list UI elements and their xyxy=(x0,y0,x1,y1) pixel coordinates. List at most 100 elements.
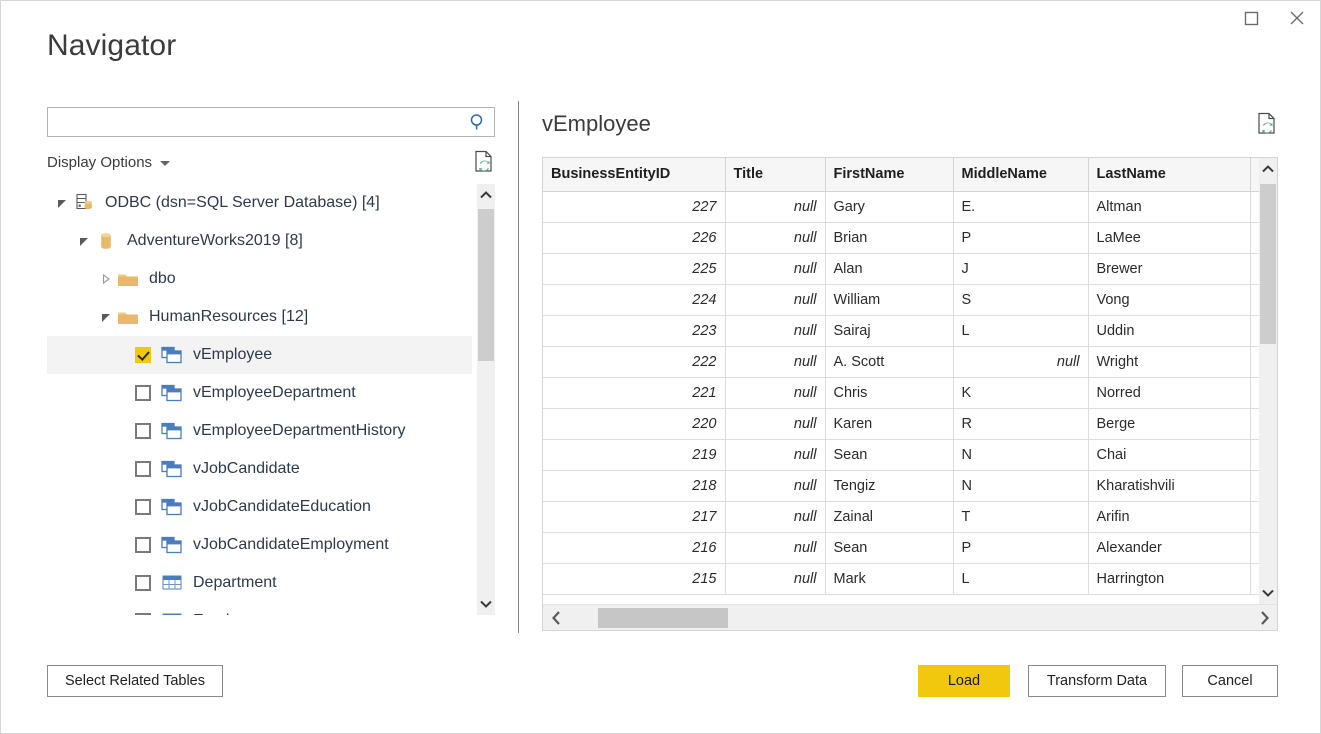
table-cell: 219 xyxy=(543,439,725,470)
table-cell: 223 xyxy=(543,315,725,346)
tree-node-vjobcandidateemployment[interactable]: vJobCandidateEmployment xyxy=(47,526,472,564)
tree-node-label: Department xyxy=(193,575,277,591)
column-header[interactable]: MiddleName xyxy=(953,158,1088,191)
tree-scroll-thumb[interactable] xyxy=(478,209,494,361)
grid-scroll-up-arrow-icon[interactable] xyxy=(1259,158,1277,180)
tree-node-employee[interactable]: Employee xyxy=(47,602,472,615)
expander-collapse-icon[interactable] xyxy=(95,298,117,336)
transform-data-button[interactable]: Transform Data xyxy=(1028,665,1166,697)
column-header[interactable]: LastName xyxy=(1088,158,1250,191)
column-header[interactable]: Title xyxy=(725,158,825,191)
tree-node-label: vEmployee xyxy=(193,347,272,363)
table-icon xyxy=(161,611,183,615)
expander-collapse-icon[interactable] xyxy=(73,222,95,260)
table-row[interactable]: 217nullZainalTArifin xyxy=(543,501,1278,532)
close-button[interactable] xyxy=(1274,1,1320,35)
table-cell: 216 xyxy=(543,532,725,563)
tree-node-vemployee[interactable]: vEmployee xyxy=(47,336,472,374)
table-row[interactable]: 222nullA. ScottnullWright xyxy=(543,346,1278,377)
node-checkbox[interactable] xyxy=(135,347,151,363)
column-header[interactable]: BusinessEntityID xyxy=(543,158,725,191)
null-value: null xyxy=(794,230,817,246)
node-checkbox[interactable] xyxy=(135,423,151,439)
expander-expand-icon[interactable] xyxy=(95,260,117,298)
table-cell: R xyxy=(953,408,1088,439)
tree-node-vjobcandidate[interactable]: vJobCandidate xyxy=(47,450,472,488)
scroll-left-arrow-icon[interactable] xyxy=(543,605,569,631)
load-button[interactable]: Load xyxy=(918,665,1010,697)
node-checkbox[interactable] xyxy=(135,499,151,515)
table-row[interactable]: 215nullMarkLHarrington xyxy=(543,563,1278,594)
tree-node-label: vEmployeeDepartmentHistory xyxy=(193,423,406,439)
cancel-button[interactable]: Cancel xyxy=(1182,665,1278,697)
scroll-down-arrow-icon[interactable] xyxy=(477,593,495,615)
table-cell: A. Scott xyxy=(825,346,953,377)
tree-node-vemployeedepartmenthistory[interactable]: vEmployeeDepartmentHistory xyxy=(47,412,472,450)
refresh-document-icon[interactable] xyxy=(473,150,495,174)
node-checkbox[interactable] xyxy=(135,461,151,477)
node-checkbox[interactable] xyxy=(135,575,151,591)
tree-node-humanresources-12-[interactable]: HumanResources [12] xyxy=(47,298,472,336)
table-cell: Brewer xyxy=(1088,253,1250,284)
preview-pane: vEmployee BusinessEntityIDTitleF xyxy=(542,105,1278,635)
tree-node-vjobcandidateeducation[interactable]: vJobCandidateEducation xyxy=(47,488,472,526)
table-cell: 217 xyxy=(543,501,725,532)
tree-vertical-scrollbar[interactable] xyxy=(477,184,495,615)
table-row[interactable]: 220nullKarenRBerge xyxy=(543,408,1278,439)
table-row[interactable]: 227nullGaryE.Altman xyxy=(543,191,1278,222)
grid-scroll-thumb[interactable] xyxy=(1260,184,1276,344)
search-icon[interactable] xyxy=(462,108,494,136)
expander-spacer xyxy=(113,526,135,564)
search-box[interactable] xyxy=(47,107,495,137)
grid-horizontal-scrollbar[interactable] xyxy=(543,604,1277,630)
table-row[interactable]: 216nullSeanPAlexander xyxy=(543,532,1278,563)
table-row[interactable]: 221nullChrisKNorred xyxy=(543,377,1278,408)
tree-node-vemployeedepartment[interactable]: vEmployeeDepartment xyxy=(47,374,472,412)
search-input[interactable] xyxy=(48,109,462,135)
expander-spacer xyxy=(113,564,135,602)
null-value: null xyxy=(794,571,817,587)
object-tree[interactable]: ODBC (dsn=SQL Server Database) [4]Advent… xyxy=(47,184,495,615)
table-cell: Kharatishvili xyxy=(1088,470,1250,501)
tree-node-dbo[interactable]: dbo xyxy=(47,260,472,298)
table-cell: Sairaj xyxy=(825,315,953,346)
navigator-dialog: Navigator Display Options xyxy=(0,0,1321,734)
table-row[interactable]: 218nullTengizNKharatishvili xyxy=(543,470,1278,501)
server-database-icon xyxy=(73,193,95,213)
table-cell: N xyxy=(953,470,1088,501)
tree-node-adventureworks2019-8-[interactable]: AdventureWorks2019 [8] xyxy=(47,222,472,260)
preview-refresh-document-icon[interactable] xyxy=(1256,112,1278,136)
grid-scroll-down-arrow-icon[interactable] xyxy=(1259,582,1277,604)
square-icon xyxy=(1244,11,1259,26)
view-icon xyxy=(161,497,183,517)
chevron-down-icon xyxy=(160,161,170,166)
expander-spacer xyxy=(113,374,135,412)
horizontal-scroll-thumb[interactable] xyxy=(598,608,728,628)
scroll-up-arrow-icon[interactable] xyxy=(477,184,495,206)
table-row[interactable]: 219nullSeanNChai xyxy=(543,439,1278,470)
table-row[interactable]: 224nullWilliamSVong xyxy=(543,284,1278,315)
tree-node-label: vEmployeeDepartment xyxy=(193,385,356,401)
maximize-button[interactable] xyxy=(1228,1,1274,35)
display-options-dropdown[interactable]: Display Options xyxy=(47,154,170,171)
preview-grid[interactable]: BusinessEntityIDTitleFirstNameMiddleName… xyxy=(542,157,1278,631)
table-row[interactable]: 223nullSairajLUddin xyxy=(543,315,1278,346)
scroll-right-arrow-icon[interactable] xyxy=(1251,605,1277,631)
expander-collapse-icon[interactable] xyxy=(51,184,73,222)
table-row[interactable]: 226nullBrianPLaMee xyxy=(543,222,1278,253)
node-checkbox[interactable] xyxy=(135,537,151,553)
node-checkbox[interactable] xyxy=(135,613,151,615)
tree-node-department[interactable]: Department xyxy=(47,564,472,602)
table-row[interactable]: 225nullAlanJBrewer xyxy=(543,253,1278,284)
select-related-tables-button[interactable]: Select Related Tables xyxy=(47,665,223,697)
display-options-label: Display Options xyxy=(47,154,152,171)
null-value: null xyxy=(794,509,817,525)
null-value: null xyxy=(794,292,817,308)
column-header[interactable]: FirstName xyxy=(825,158,953,191)
tree-node-label: vJobCandidate xyxy=(193,461,300,477)
tree-node-label: dbo xyxy=(149,271,176,287)
tree-node-odbc-dsn-sql-server-database-4-[interactable]: ODBC (dsn=SQL Server Database) [4] xyxy=(47,184,472,222)
node-checkbox[interactable] xyxy=(135,385,151,401)
grid-vertical-scrollbar[interactable] xyxy=(1259,158,1277,604)
table-cell: 221 xyxy=(543,377,725,408)
